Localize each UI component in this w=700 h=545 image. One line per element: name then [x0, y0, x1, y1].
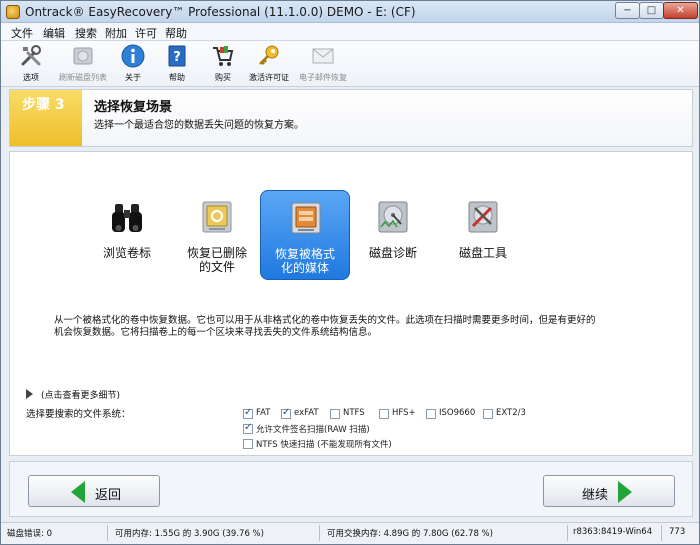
fat-label: FAT — [256, 408, 271, 418]
info-icon — [121, 44, 145, 68]
step-subtitle: 选择一个最适合您的数据丢失问题的恢复方案。 — [94, 120, 304, 131]
menu-help[interactable]: 帮助 — [165, 25, 187, 41]
filesystem-label: 选择要搜索的文件系统： — [26, 409, 131, 420]
hfs-checkbox[interactable] — [379, 409, 389, 419]
close-button[interactable]: ✕ — [663, 2, 698, 19]
ntfs-label: NTFS — [343, 408, 365, 418]
ntfs-checkbox[interactable] — [330, 409, 340, 419]
help-book-icon: ? — [168, 45, 186, 67]
navigation-bar: 返回 继续 — [9, 461, 693, 517]
iso9660-checkbox[interactable] — [426, 409, 436, 419]
menu-search[interactable]: 搜索 — [75, 25, 97, 41]
scenario-browse-volume[interactable]: 浏览卷标 — [82, 190, 172, 280]
svg-text:?: ? — [173, 50, 181, 65]
raw-scan-label: 允许文件签名扫描(RAW 扫描) — [256, 425, 370, 435]
status-bar: 磁盘错误: 0 可用内存: 1.55G 的 3.90G (39.76 %) 可用… — [1, 522, 699, 544]
menu-extra[interactable]: 附加 — [105, 25, 127, 41]
scenario-recover-formatted-label: 恢复被格式 化的媒体 — [274, 247, 335, 275]
scenario-recover-deleted-label: 恢复已删除 的文件 — [186, 246, 247, 274]
formatted-media-icon — [291, 202, 321, 234]
step-header: 步骤 3 选择恢复场景 选择一个最适合您的数据丢失问题的恢复方案。 — [9, 89, 693, 147]
minimize-button[interactable]: − — [615, 2, 640, 19]
email-icon — [312, 48, 334, 64]
description-line-2: 机会恢复数据。它将扫描卷上的每一个区块来寻找丢失的文件系统结构信息。 — [54, 327, 378, 338]
scenario-description: 从一个被格式化的卷中恢复数据。它也可以用于从非格式化的卷中恢复丢失的文件。此选项… — [54, 315, 654, 339]
arrow-left-icon — [71, 481, 85, 503]
ntfs-quick-scan-label: NTFS 快速扫描 (不能发现所有文件) — [256, 440, 392, 450]
status-code: 773 — [669, 527, 686, 537]
app-logo-icon — [6, 5, 20, 19]
status-disk-errors: 磁盘错误: 0 — [7, 529, 52, 539]
toolbar-activate-button[interactable]: 激活许可证 — [239, 44, 299, 86]
status-swap: 可用交换内存: 4.89G 的 7.80G (62.78 %) — [327, 529, 493, 539]
title-bar[interactable]: Ontrack® EasyRecovery™ Professional (11.… — [1, 1, 699, 23]
disk-refresh-icon — [73, 47, 93, 65]
toolbar: 选项 刷新磁盘列表 关于 ? 帮助 购买 激活许可证 电子邮件恢复 — [1, 41, 699, 87]
toolbar-options-label: 选项 — [23, 73, 39, 82]
scenario-disk-tools[interactable]: 磁盘工具 — [438, 190, 528, 280]
exfat-checkbox[interactable] — [281, 407, 291, 419]
more-details-toggle[interactable]: (点击查看更多细节) — [26, 388, 120, 401]
hfs-label: HFS+ — [392, 408, 416, 418]
menu-bar: 文件 编辑 搜索 附加 许可 帮助 — [1, 23, 699, 41]
iso9660-label: ISO9660 — [439, 408, 476, 418]
toolbar-options-button[interactable]: 选项 — [1, 44, 61, 86]
back-button-label: 返回 — [95, 488, 122, 503]
ext23-label: EXT2/3 — [496, 408, 526, 418]
menu-edit[interactable]: 编辑 — [43, 25, 65, 41]
raw-scan-checkbox[interactable] — [243, 422, 253, 434]
scenario-recover-formatted[interactable]: 恢复被格式 化的媒体 — [260, 190, 350, 280]
scenario-disk-diagnostic-label: 磁盘诊断 — [368, 246, 417, 260]
continue-button[interactable]: 继续 — [543, 475, 675, 507]
disk-diagnostic-icon — [378, 201, 408, 233]
disk-tools-icon — [468, 201, 498, 233]
exfat-label: exFAT — [294, 408, 319, 418]
maximize-button[interactable]: □ — [639, 2, 664, 19]
app-window: Ontrack® EasyRecovery™ Professional (11.… — [0, 0, 700, 545]
window-title: Ontrack® EasyRecovery™ Professional (11.… — [25, 5, 416, 19]
binoculars-icon — [112, 204, 142, 232]
cart-icon — [213, 46, 234, 66]
more-details-label: (点击查看更多细节) — [41, 391, 121, 401]
status-build: r8363:8419-Win64 — [573, 527, 653, 537]
key-icon — [259, 45, 279, 65]
scenario-browse-volume-label: 浏览卷标 — [102, 246, 151, 260]
fat-checkbox[interactable] — [243, 407, 253, 419]
toolbar-email-recovery-button[interactable]: 电子邮件恢复 — [293, 44, 353, 86]
scenario-disk-tools-label: 磁盘工具 — [458, 246, 507, 260]
toolbar-activate-label: 激活许可证 — [249, 73, 289, 82]
tools-icon — [21, 45, 41, 66]
recycle-disk-icon — [202, 201, 232, 233]
continue-button-label: 继续 — [582, 488, 609, 503]
back-button[interactable]: 返回 — [28, 475, 160, 507]
toolbar-email-recovery-label: 电子邮件恢复 — [299, 73, 347, 82]
scenario-recover-deleted[interactable]: 恢复已删除 的文件 — [172, 190, 262, 280]
step-title: 选择恢复场景 — [94, 100, 173, 115]
menu-license[interactable]: 许可 — [135, 25, 157, 41]
status-memory: 可用内存: 1.55G 的 3.90G (39.76 %) — [115, 529, 264, 539]
scenario-disk-diagnostic[interactable]: 磁盘诊断 — [348, 190, 438, 280]
step-number: 步骤 3 — [10, 90, 82, 146]
description-line-1: 从一个被格式化的卷中恢复数据。它也可以用于从非格式化的卷中恢复丢失的文件。此选项… — [54, 315, 596, 326]
expand-triangle-icon — [26, 389, 33, 399]
arrow-right-icon — [618, 481, 632, 503]
ext23-checkbox[interactable] — [483, 409, 493, 419]
ntfs-quick-scan-checkbox[interactable] — [243, 439, 253, 449]
scenario-panel: 浏览卷标 恢复已删除 的文件 恢复被格式 化的媒体 磁盘诊断 磁盘工具 从一个被… — [9, 151, 693, 456]
menu-file[interactable]: 文件 — [11, 25, 33, 41]
